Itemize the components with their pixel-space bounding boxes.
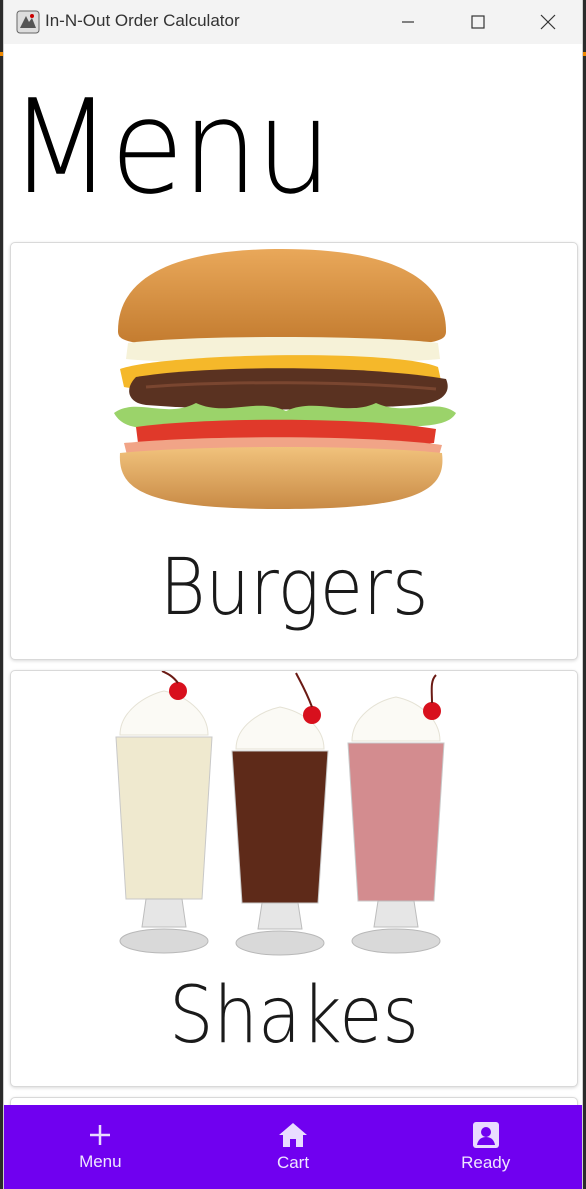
milkshakes-image [115, 671, 445, 956]
window-title: In-N-Out Order Calculator [45, 11, 240, 30]
maximize-button[interactable] [443, 0, 513, 44]
close-button[interactable] [513, 0, 582, 44]
minimize-icon [402, 21, 414, 23]
page-title: Menu [9, 71, 332, 223]
menu-page[interactable]: Menu Burgers Shakes [4, 44, 582, 1105]
menu-card-partial[interactable] [10, 1097, 578, 1105]
nav-label-ready: Ready [461, 1153, 511, 1172]
nav-label-cart: Cart [276, 1153, 310, 1172]
app-window: In-N-Out Order Calculator Menu Burgers S… [4, 0, 582, 1189]
close-icon [540, 14, 556, 30]
menu-card-burgers[interactable]: Burgers [10, 242, 578, 660]
maximize-icon [471, 15, 485, 29]
background-accent-right [582, 52, 586, 56]
home-icon [279, 1123, 307, 1147]
minimize-button[interactable] [373, 0, 443, 44]
menu-card-label: Shakes [168, 971, 419, 1061]
account-box-icon [472, 1122, 499, 1148]
nav-item-ready[interactable]: Ready [389, 1105, 582, 1189]
menu-card-shakes[interactable]: Shakes [10, 670, 578, 1087]
nav-item-menu[interactable]: Menu [4, 1105, 197, 1189]
plus-icon [90, 1125, 111, 1145]
bottom-navigation-bar: Menu Cart Ready [4, 1105, 582, 1189]
menu-card-label: Burgers [159, 543, 429, 633]
nav-item-cart[interactable]: Cart [197, 1105, 390, 1189]
title-bar[interactable]: In-N-Out Order Calculator [4, 0, 582, 44]
nav-label-menu: Menu [79, 1152, 122, 1171]
app-icon [16, 10, 40, 34]
burger-image [114, 249, 456, 509]
